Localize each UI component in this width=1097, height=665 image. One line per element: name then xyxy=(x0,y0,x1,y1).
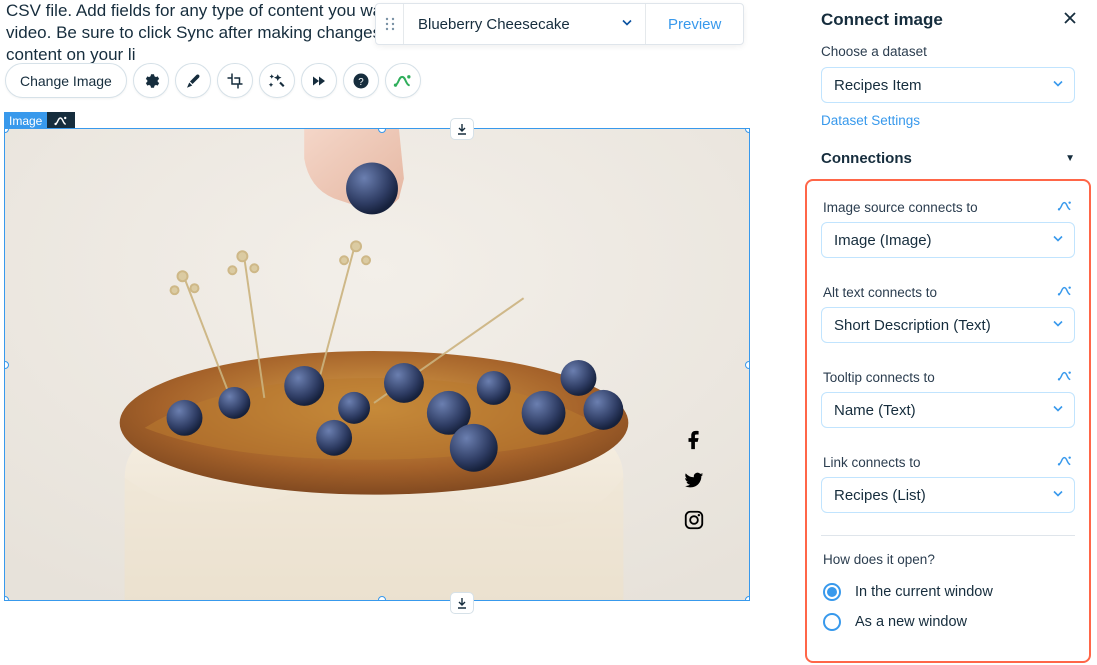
drag-handle-icon[interactable] xyxy=(376,4,404,44)
attach-top-button[interactable] xyxy=(450,118,474,140)
change-image-label: Change Image xyxy=(20,73,112,89)
selection-tag: Image xyxy=(4,112,75,129)
connections-section: Image source connects to Image (Image) A… xyxy=(805,179,1091,663)
connections-header[interactable]: Connections ▼ xyxy=(799,128,1097,175)
alt-text-select[interactable]: Short Description (Text) xyxy=(821,307,1075,343)
connections-label: Connections xyxy=(821,150,912,167)
animation-icon[interactable] xyxy=(301,63,337,98)
resize-handle-ne[interactable] xyxy=(745,128,750,133)
selection-binding-icon[interactable] xyxy=(47,112,75,129)
editor-canvas: CSV file. Add fields for any type of con… xyxy=(0,0,800,665)
selected-image[interactable] xyxy=(4,128,750,601)
dynamic-item-bar: Blueberry Cheesecake Preview xyxy=(375,3,744,45)
close-icon[interactable] xyxy=(1063,10,1077,30)
binding-icon[interactable] xyxy=(1057,284,1073,301)
dataset-select[interactable]: Recipes Item xyxy=(821,67,1075,103)
help-icon[interactable]: ? xyxy=(343,63,379,98)
data-binding-icon[interactable] xyxy=(385,63,421,98)
collapse-icon: ▼ xyxy=(1065,153,1075,164)
selection-tag-label: Image xyxy=(4,112,47,129)
link-value: Recipes (List) xyxy=(834,487,926,504)
dataset-select-value: Recipes Item xyxy=(834,77,922,94)
preview-label: Preview xyxy=(668,16,721,33)
binding-icon[interactable] xyxy=(1057,369,1073,386)
resize-handle-e[interactable] xyxy=(745,361,750,369)
chevron-down-icon xyxy=(621,16,633,33)
open-current-label: In the current window xyxy=(855,584,993,600)
chevron-down-icon xyxy=(1052,317,1064,334)
open-current-window[interactable]: In the current window xyxy=(821,577,1075,607)
tooltip-value: Name (Text) xyxy=(834,402,916,419)
social-icons xyxy=(683,429,705,531)
brush-icon[interactable] xyxy=(175,63,211,98)
facebook-icon[interactable] xyxy=(683,429,705,451)
link-select[interactable]: Recipes (List) xyxy=(821,477,1075,513)
image-source-select[interactable]: Image (Image) xyxy=(821,222,1075,258)
image-source-label: Image source connects to xyxy=(823,200,978,215)
link-label: Link connects to xyxy=(823,455,921,470)
tooltip-select[interactable]: Name (Text) xyxy=(821,392,1075,428)
open-question: How does it open? xyxy=(821,552,1075,577)
change-image-button[interactable]: Change Image xyxy=(5,63,127,98)
radio-icon xyxy=(823,613,841,631)
chevron-down-icon xyxy=(1052,487,1064,504)
open-new-label: As a new window xyxy=(855,614,967,630)
choose-dataset-label: Choose a dataset xyxy=(799,38,1097,67)
image-source-value: Image (Image) xyxy=(834,232,932,249)
chevron-down-icon xyxy=(1052,402,1064,419)
connect-image-panel: Connect image Choose a dataset Recipes I… xyxy=(799,0,1097,665)
dataset-settings-link[interactable]: Dataset Settings xyxy=(799,107,1097,128)
cake-illustration xyxy=(5,129,749,600)
item-select[interactable]: Blueberry Cheesecake xyxy=(404,4,646,44)
tooltip-label: Tooltip connects to xyxy=(823,370,935,385)
image-toolbar: Change Image ? xyxy=(5,63,421,98)
radio-icon xyxy=(823,583,841,601)
resize-handle-sw[interactable] xyxy=(4,596,9,601)
item-select-value: Blueberry Cheesecake xyxy=(418,16,570,33)
binding-icon[interactable] xyxy=(1057,199,1073,216)
open-new-window[interactable]: As a new window xyxy=(821,607,1075,637)
twitter-icon[interactable] xyxy=(683,469,705,491)
crop-icon[interactable] xyxy=(217,63,253,98)
chevron-down-icon xyxy=(1052,77,1064,94)
preview-button[interactable]: Preview xyxy=(646,16,743,33)
magic-icon[interactable] xyxy=(259,63,295,98)
settings-icon[interactable] xyxy=(133,63,169,98)
resize-handle-s[interactable] xyxy=(378,596,386,601)
binding-icon[interactable] xyxy=(1057,454,1073,471)
divider xyxy=(821,535,1075,536)
resize-handle-se[interactable] xyxy=(745,596,750,601)
instagram-icon[interactable] xyxy=(683,509,705,531)
panel-title: Connect image xyxy=(821,10,943,30)
chevron-down-icon xyxy=(1052,232,1064,249)
alt-text-label: Alt text connects to xyxy=(823,285,937,300)
attach-bottom-button[interactable] xyxy=(450,592,474,614)
dataset-settings-label: Dataset Settings xyxy=(821,113,920,128)
alt-text-value: Short Description (Text) xyxy=(834,317,991,334)
svg-text:?: ? xyxy=(358,76,364,87)
